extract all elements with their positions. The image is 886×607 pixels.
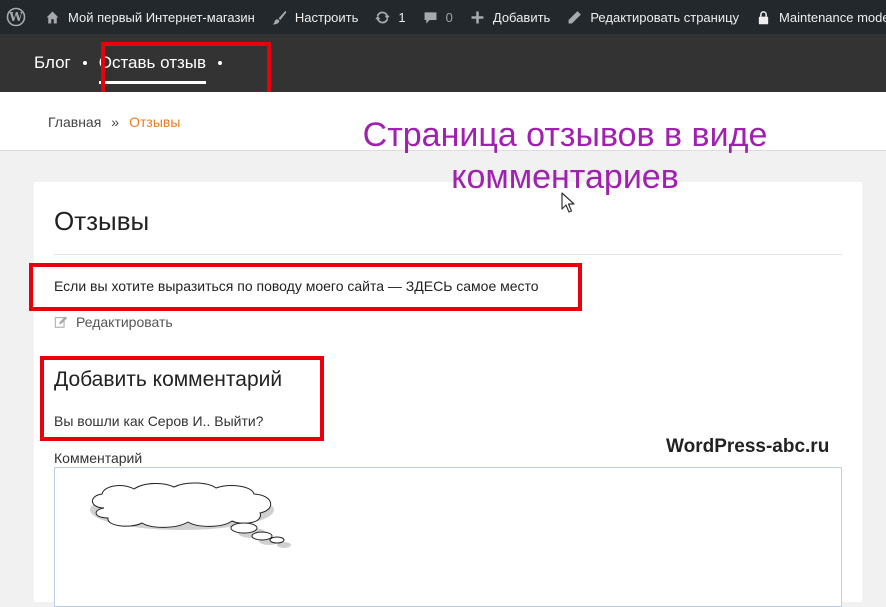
site-name-link[interactable]: Мой первый Интернет-магазин	[36, 0, 263, 34]
wordpress-menu[interactable]: W	[0, 0, 36, 34]
breadcrumb-current: Отзывы	[129, 114, 181, 130]
wordpress-logo-icon: W	[6, 7, 26, 27]
comments-link[interactable]: 0	[414, 0, 461, 34]
refresh-icon	[375, 11, 391, 23]
edit-icon	[54, 316, 68, 328]
nav-item-leave-review[interactable]: Оставь отзыв	[98, 34, 207, 92]
add-comment-title: Добавить комментарий	[54, 368, 283, 391]
customize-label: Настроить	[294, 9, 359, 25]
svg-text:W: W	[8, 10, 23, 24]
maintenance-mode-link[interactable]: Maintenance mode	[747, 0, 886, 34]
brush-icon	[272, 10, 287, 24]
add-new-link[interactable]: Добавить	[461, 0, 558, 34]
logged-in-as-text[interactable]: Вы вошли как Серов И.. Выйти?	[54, 413, 263, 429]
updates-link[interactable]: 1	[366, 0, 413, 34]
maintenance-label: Maintenance mode	[779, 9, 886, 25]
edit-page-button[interactable]: Редактировать	[54, 314, 173, 330]
pencil-icon	[568, 10, 582, 23]
title-divider	[54, 254, 842, 255]
add-new-label: Добавить	[492, 9, 551, 25]
edit-page-label: Редактировать	[76, 314, 173, 330]
edit-page-label: Редактировать страницу	[590, 9, 740, 25]
annotation-line-1: Страница отзывов в виде	[362, 116, 768, 154]
comment-bubble-icon	[424, 11, 437, 23]
breadcrumb-separator: »	[111, 114, 120, 130]
home-icon	[46, 11, 59, 23]
edit-page-link[interactable]: Редактировать страницу	[558, 0, 747, 34]
watermark-text: WordPress-abc.ru	[666, 436, 830, 457]
page-intro-text: Если вы хотите выразиться по поводу моег…	[54, 278, 539, 294]
admin-bar: W Мой первый Интернет-магазин Настроить …	[0, 0, 886, 34]
customize-link[interactable]: Настроить	[263, 0, 367, 34]
comment-field-label: Комментарий	[54, 450, 143, 466]
annotation-caption: Страница отзывов в виде комментариев	[300, 114, 830, 198]
mouse-cursor-icon	[561, 192, 575, 213]
updates-count: 1	[398, 9, 406, 25]
nav-separator-dot	[82, 61, 87, 65]
nav-item-blog-label: Блог	[34, 53, 71, 72]
page-title: Отзывы	[54, 206, 150, 236]
comments-count: 0	[445, 9, 453, 25]
nav-separator-dot	[218, 61, 223, 65]
site-name: Мой первый Интернет-магазин	[68, 9, 255, 25]
lock-icon	[758, 10, 769, 24]
breadcrumb: Главная » Отзывы	[48, 114, 180, 130]
cloud-drawing-icon	[90, 482, 291, 548]
active-nav-underline	[98, 81, 207, 84]
breadcrumb-home-link[interactable]: Главная	[48, 114, 101, 130]
plus-icon	[471, 11, 484, 23]
nav-item-blog[interactable]: Блог	[34, 34, 71, 92]
main-navigation: Блог Оставь отзыв	[0, 34, 886, 92]
nav-item-leave-review-label: Оставь отзыв	[98, 53, 207, 72]
